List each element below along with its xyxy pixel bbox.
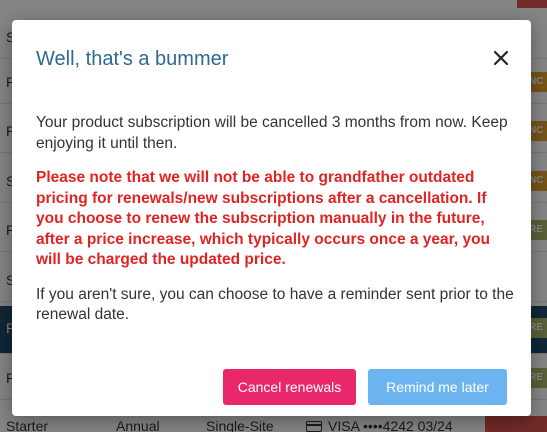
modal-body: Your product subscription will be cancel…	[36, 113, 514, 340]
reminder-hint: If you aren't sure, you can choose to ha…	[36, 285, 514, 324]
pricing-warning: Please note that we will not be able to …	[36, 169, 491, 268]
close-icon	[493, 50, 509, 66]
cancel-subscription-modal: Well, that's a bummer Your product subsc…	[12, 20, 531, 416]
remind-me-later-button[interactable]: Remind me later	[368, 369, 507, 405]
cancel-renewals-button[interactable]: Cancel renewals	[223, 369, 356, 405]
cancellation-notice: Your product subscription will be cancel…	[36, 114, 508, 152]
modal-title: Well, that's a bummer	[36, 48, 229, 70]
close-button[interactable]	[491, 48, 511, 68]
